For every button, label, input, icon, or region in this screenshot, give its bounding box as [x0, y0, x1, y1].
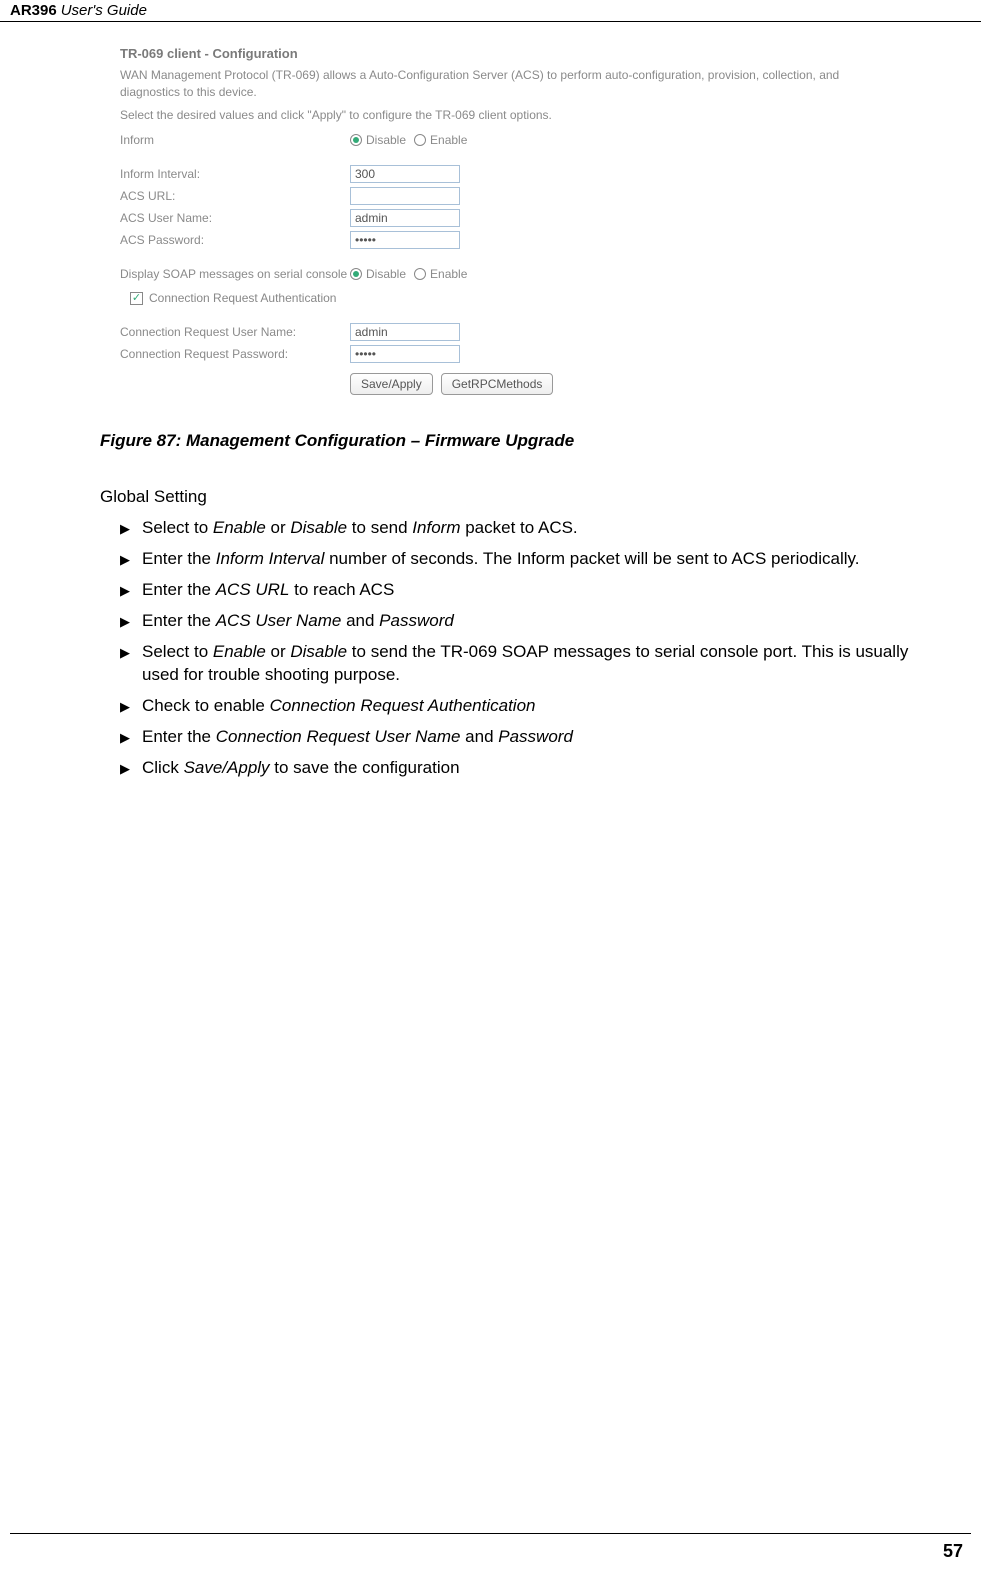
- soap-enable-label: Enable: [430, 267, 467, 281]
- conn-user-label: Connection Request User Name:: [120, 325, 350, 339]
- acs-user-label: ACS User Name:: [120, 211, 350, 225]
- conn-auth-checkbox[interactable]: [130, 292, 143, 305]
- screenshot-title: TR-069 client - Configuration: [120, 46, 880, 61]
- figure-caption: Figure 87: Management Configuration – Fi…: [100, 431, 981, 451]
- inform-enable-label: Enable: [430, 133, 467, 147]
- soap-label: Display SOAP messages on serial console: [120, 267, 350, 281]
- conn-pass-input[interactable]: [350, 345, 460, 363]
- list-item: ▶ Enter the ACS User Name and Password: [120, 610, 921, 633]
- inform-label: Inform: [120, 133, 350, 147]
- get-rpc-methods-button[interactable]: GetRPCMethods: [441, 373, 554, 395]
- inform-interval-label: Inform Interval:: [120, 167, 350, 181]
- triangle-icon: ▶: [120, 613, 142, 631]
- acs-url-label: ACS URL:: [120, 189, 350, 203]
- screenshot-desc1: WAN Management Protocol (TR-069) allows …: [120, 67, 880, 101]
- list-item: ▶ Enter the ACS URL to reach ACS: [120, 579, 921, 602]
- list-item: ▶ Select to Enable or Disable to send In…: [120, 517, 921, 540]
- page-number: 57: [943, 1541, 963, 1562]
- inform-enable-radio[interactable]: [414, 134, 426, 146]
- header-subtitle: User's Guide: [61, 2, 147, 19]
- soap-disable-label: Disable: [366, 267, 406, 281]
- list-item: ▶ Enter the Connection Request User Name…: [120, 726, 921, 749]
- list-item: ▶ Select to Enable or Disable to send th…: [120, 641, 921, 687]
- inform-disable-label: Disable: [366, 133, 406, 147]
- triangle-icon: ▶: [120, 551, 142, 569]
- triangle-icon: ▶: [120, 644, 142, 662]
- bullet-list: ▶ Select to Enable or Disable to send In…: [120, 517, 921, 779]
- acs-user-input[interactable]: [350, 209, 460, 227]
- conn-pass-label: Connection Request Password:: [120, 347, 350, 361]
- page-header: AR396 User's Guide: [0, 0, 981, 22]
- embedded-screenshot: TR-069 client - Configuration WAN Manage…: [120, 46, 880, 395]
- acs-url-input[interactable]: [350, 187, 460, 205]
- footer-rule: [10, 1533, 971, 1534]
- acs-pass-label: ACS Password:: [120, 233, 350, 247]
- inform-disable-radio[interactable]: [350, 134, 362, 146]
- header-product: AR396: [10, 2, 57, 19]
- section-title: Global Setting: [100, 487, 981, 507]
- soap-enable-radio[interactable]: [414, 268, 426, 280]
- triangle-icon: ▶: [120, 729, 142, 747]
- soap-disable-radio[interactable]: [350, 268, 362, 280]
- triangle-icon: ▶: [120, 520, 142, 538]
- acs-pass-input[interactable]: [350, 231, 460, 249]
- list-item: ▶ Check to enable Connection Request Aut…: [120, 695, 921, 718]
- screenshot-desc2: Select the desired values and click "App…: [120, 107, 880, 124]
- list-item: ▶ Click Save/Apply to save the configura…: [120, 757, 921, 780]
- conn-user-input[interactable]: [350, 323, 460, 341]
- triangle-icon: ▶: [120, 760, 142, 778]
- triangle-icon: ▶: [120, 582, 142, 600]
- save-apply-button[interactable]: Save/Apply: [350, 373, 433, 395]
- inform-interval-input[interactable]: [350, 165, 460, 183]
- list-item: ▶ Enter the Inform Interval number of se…: [120, 548, 921, 571]
- triangle-icon: ▶: [120, 698, 142, 716]
- conn-auth-label: Connection Request Authentication: [149, 291, 336, 305]
